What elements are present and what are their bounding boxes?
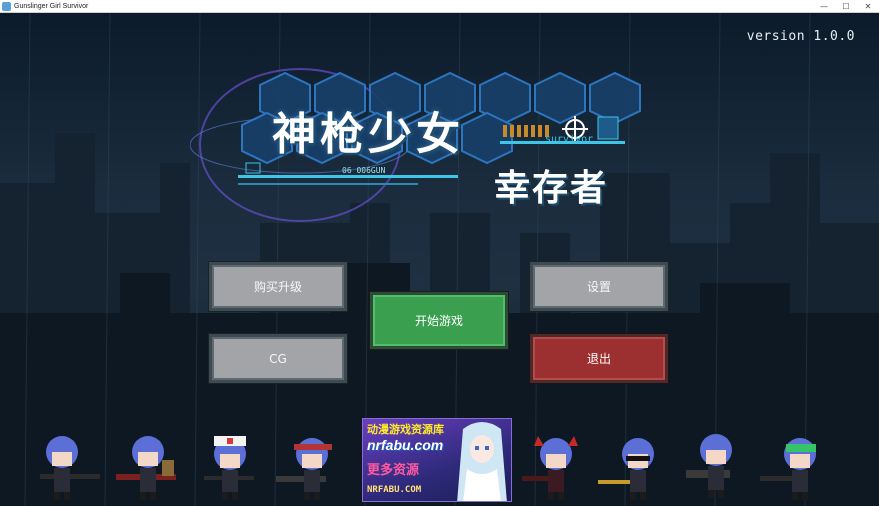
promo-line-4: NRFABU.COM <box>367 485 422 495</box>
window-titlebar: Gunslinger Girl Survivor — ☐ ✕ <box>0 0 879 13</box>
character-sprite <box>116 436 176 500</box>
character-sprite <box>40 436 100 500</box>
character-sprite <box>276 438 332 500</box>
game-screen: version 1.0.0 神枪少女 survivor 幸存者 06 006GU… <box>0 13 879 506</box>
promo-line-3: 更多资源 <box>367 463 420 478</box>
window-controls: — ☐ ✕ <box>813 0 879 13</box>
app-icon <box>2 1 11 11</box>
minimize-button[interactable]: — <box>813 0 835 13</box>
character-sprite <box>598 438 654 500</box>
start-game-button[interactable]: 开始游戏 <box>370 292 508 349</box>
promo-line-2: nrfabu.com <box>367 437 444 453</box>
version-label: version 1.0.0 <box>746 29 855 44</box>
maximize-button[interactable]: ☐ <box>835 0 857 13</box>
buy-upgrade-button[interactable]: 购买升级 <box>209 262 347 311</box>
logo-code-text: 06 006GUN <box>342 166 386 175</box>
close-button[interactable]: ✕ <box>857 0 879 13</box>
character-sprite <box>204 436 254 500</box>
window-title: Gunslinger Girl Survivor <box>14 2 89 10</box>
exit-button[interactable]: 退出 <box>530 334 668 383</box>
logo-survivor-text: survivor <box>545 134 594 145</box>
cg-button[interactable]: CG <box>209 334 347 383</box>
character-sprite <box>522 436 578 500</box>
settings-button[interactable]: 设置 <box>530 262 668 311</box>
promo-line-1: 动漫游戏资源库 <box>367 423 444 436</box>
promo-banner[interactable]: 动漫游戏资源库 nrfabu.com 更多资源 NRFABU.COM <box>362 418 512 502</box>
logo-subtitle: 幸存者 <box>494 168 609 209</box>
character-sprite <box>686 434 732 498</box>
game-logo: 神枪少女 survivor 幸存者 06 006GUN <box>189 65 660 225</box>
character-sprite <box>760 438 816 500</box>
logo-title: 神枪少女 <box>272 109 464 160</box>
anime-girl-illustration <box>457 422 507 501</box>
